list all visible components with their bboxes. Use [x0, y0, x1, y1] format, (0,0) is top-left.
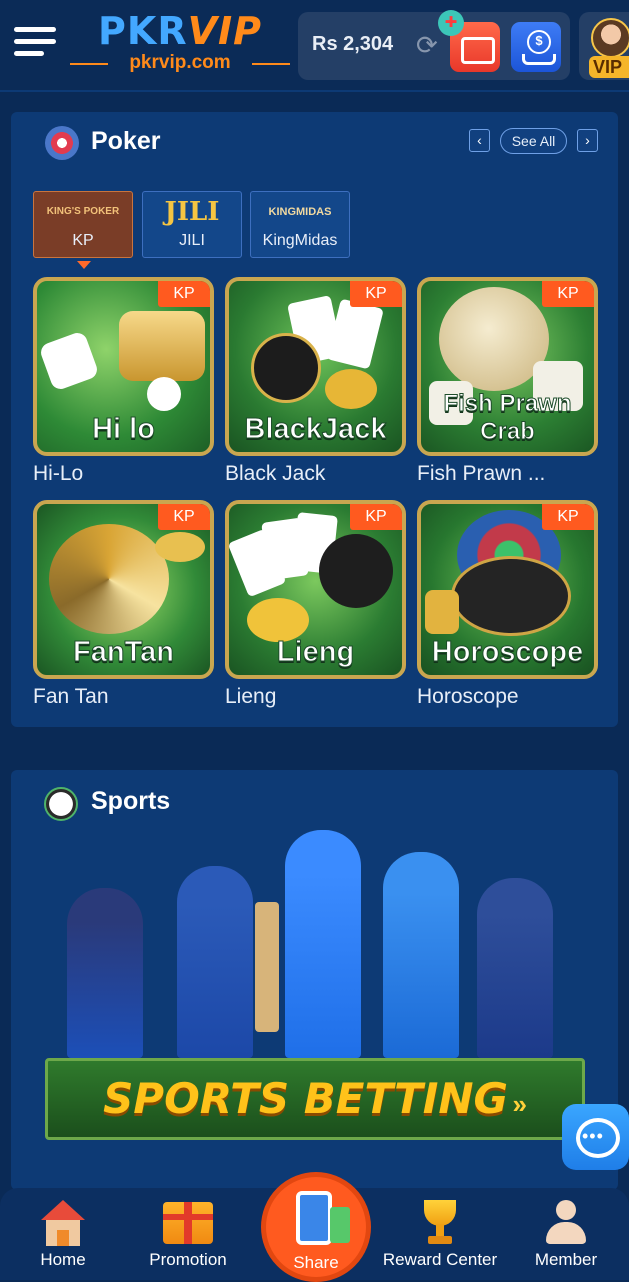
wallet-bar: Rs 2,304 ⟳ ✚ [298, 10, 570, 80]
nav-promotion[interactable]: Promotion [140, 1196, 236, 1270]
nav-home-label: Home [40, 1250, 86, 1269]
provider-tag: KP [158, 504, 210, 530]
sports-betting-text: SPORTS BETTING [103, 1074, 508, 1123]
sports-betting-bar: SPORTS BETTING » [45, 1058, 585, 1140]
game-card-fish-prawn-crab[interactable]: Fish Prawn Crab KP Fish Prawn ... [417, 277, 598, 486]
player-image [383, 852, 459, 1058]
game-thumbnail: Lieng KP [225, 500, 406, 679]
sports-section-title: Sports [91, 787, 171, 815]
game-art-title: Fish Prawn Crab [443, 390, 572, 446]
game-card-black-jack[interactable]: BlackJack KP Black Jack [225, 277, 406, 486]
next-arrow-button[interactable]: › [577, 129, 598, 152]
provider-logo-jili: JILI [164, 197, 220, 227]
withdraw-button[interactable] [511, 22, 561, 72]
game-card-lieng[interactable]: Lieng KP Lieng [225, 500, 406, 709]
logo-text-vip: VIP [187, 9, 262, 53]
game-name: Hi-Lo [33, 462, 84, 485]
nav-promotion-label: Promotion [149, 1250, 227, 1269]
provider-tab-kp[interactable]: KING'S POKER KP [33, 191, 133, 258]
game-card-fan-tan[interactable]: FanTan KP Fan Tan [33, 500, 214, 709]
refresh-icon[interactable]: ⟳ [416, 32, 438, 58]
provider-tab-jili[interactable]: JILI JILI [142, 191, 242, 258]
game-art-title: Horoscope [431, 636, 584, 669]
provider-tag: KP [542, 281, 594, 307]
logo-text-pkr: PKR [98, 9, 188, 53]
game-name: Fish Prawn ... [417, 462, 546, 485]
nav-reward-center-label: Reward Center [382, 1250, 498, 1269]
support-chat-button[interactable] [562, 1104, 629, 1170]
cricket-bat-image [255, 902, 279, 1032]
nav-member-label: Member [534, 1250, 598, 1269]
player-image [285, 830, 361, 1058]
nav-share[interactable]: Share [261, 1172, 371, 1282]
provider-tag: KP [158, 281, 210, 307]
active-provider-indicator [77, 261, 91, 269]
game-thumbnail: Fish Prawn Crab KP [417, 277, 598, 456]
profile-avatar-button[interactable]: VIP [579, 12, 629, 80]
gift-icon: ✚ [438, 10, 464, 36]
provider-tab-kingmidas[interactable]: KINGMIDAS KingMidas [250, 191, 350, 258]
soccer-ball-icon [44, 787, 78, 821]
game-art-title: FanTan [73, 636, 175, 669]
game-thumbnail: FanTan KP [33, 500, 214, 679]
logo[interactable]: PKRVIP pkrvip.com [70, 10, 290, 74]
game-name: Lieng [225, 685, 277, 708]
menu-icon[interactable] [14, 27, 56, 59]
share-icon [296, 1191, 332, 1245]
provider-logo-kingmidas: KINGMIDAS [268, 206, 332, 218]
sports-betting-banner[interactable]: SPORTS BETTING » [45, 830, 585, 1140]
nav-member[interactable]: Member [526, 1196, 606, 1270]
prev-arrow-button[interactable]: ‹ [469, 129, 490, 152]
player-image [177, 866, 253, 1058]
game-art-title: Hi lo [92, 413, 156, 446]
nav-share-label: Share [293, 1253, 339, 1272]
game-thumbnail: BlackJack KP [225, 277, 406, 456]
poker-section-title: Poker [91, 127, 161, 155]
game-thumbnail: Hi lo KP [33, 277, 214, 456]
provider-label: KingMidas [262, 232, 338, 249]
provider-logo-kings-poker: KING'S POKER [46, 206, 120, 217]
provider-tag: KP [350, 504, 402, 530]
provider-label: KP [72, 232, 94, 249]
game-thumbnail: Horoscope KP [417, 500, 598, 679]
game-name: Fan Tan [33, 685, 109, 708]
logo-domain: pkrvip.com [70, 52, 290, 74]
game-name: Black Jack [225, 462, 326, 485]
vip-badge: VIP [589, 56, 629, 78]
see-all-button[interactable]: See All [500, 128, 567, 154]
game-name: Horoscope [417, 685, 519, 708]
money-icon [330, 1207, 350, 1243]
trophy-icon [420, 1200, 460, 1244]
player-image [67, 888, 143, 1058]
gift-box-icon [163, 1202, 213, 1244]
provider-tag: KP [350, 281, 402, 307]
game-card-hi-lo[interactable]: Hi lo KP Hi-Lo [33, 277, 214, 486]
top-header: PKRVIP pkrvip.com Rs 2,304 ⟳ ✚ VIP [0, 0, 629, 92]
person-icon [544, 1200, 588, 1244]
nav-home[interactable]: Home [30, 1196, 96, 1270]
player-image [477, 878, 553, 1058]
game-card-horoscope[interactable]: Horoscope KP Horoscope [417, 500, 598, 709]
provider-label: JILI [179, 232, 205, 249]
avatar [591, 18, 629, 58]
game-art-title: BlackJack [244, 413, 387, 446]
double-chevron-icon: » [512, 1089, 527, 1119]
poker-chip-icon [45, 126, 79, 160]
provider-tag: KP [542, 504, 594, 530]
game-art-title: Lieng [276, 636, 355, 669]
nav-reward-center[interactable]: Reward Center [376, 1196, 504, 1270]
balance-amount: Rs 2,304 [312, 33, 394, 55]
home-icon [35, 1200, 91, 1246]
